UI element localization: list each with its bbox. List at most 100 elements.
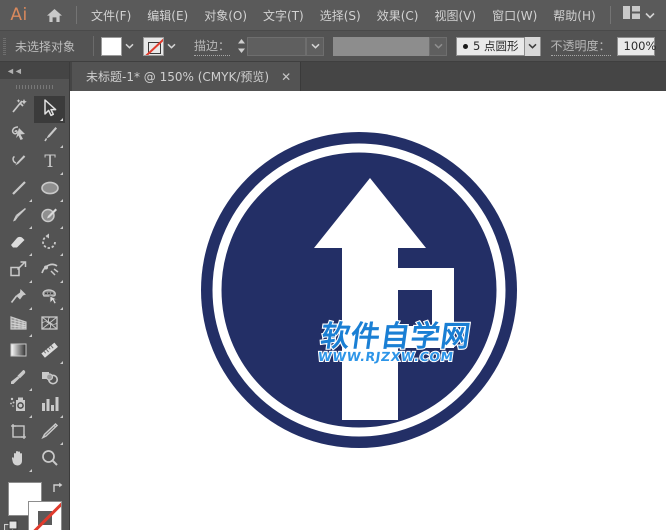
magic-wand-tool[interactable] xyxy=(3,96,34,123)
tool-flyout-corner[interactable] xyxy=(60,253,63,256)
pen-tool[interactable] xyxy=(34,123,65,150)
stroke-dropdown-chevron-icon[interactable] xyxy=(164,37,179,56)
tool-flyout-corner[interactable] xyxy=(60,145,63,148)
document-tab[interactable]: 未标题-1* @ 150% (CMYK/预览) ✕ xyxy=(72,62,302,91)
tool-flyout-corner[interactable] xyxy=(60,226,63,229)
tool-flyout-corner[interactable] xyxy=(29,415,32,418)
free-transform-tool[interactable] xyxy=(3,285,34,312)
fill-stroke-controls xyxy=(0,478,70,530)
perspective-grid-tool[interactable] xyxy=(3,312,34,339)
menu-edit[interactable]: 编辑(E) xyxy=(139,0,196,31)
tool-flyout-corner[interactable] xyxy=(60,172,63,175)
document-tab-bar: 未标题-1* @ 150% (CMYK/预览) ✕ xyxy=(0,62,666,91)
tool-flyout-corner[interactable] xyxy=(60,280,63,283)
svg-text:T: T xyxy=(44,152,56,171)
control-sep-1 xyxy=(93,36,95,56)
tool-flyout-corner[interactable] xyxy=(29,388,32,391)
opacity-label[interactable]: 不透明度： xyxy=(550,37,611,56)
menu-object[interactable]: 对象(O) xyxy=(196,0,255,31)
tool-flyout-corner[interactable] xyxy=(29,280,32,283)
tool-flyout-corner[interactable] xyxy=(60,307,63,310)
stroke-swatch-none[interactable] xyxy=(143,36,165,56)
blend-icon xyxy=(39,367,60,392)
arrow-selection-icon xyxy=(41,98,59,122)
mesh-tool[interactable] xyxy=(34,312,65,339)
brush-definition-field[interactable]: 5 点圆形 xyxy=(456,36,541,56)
menu-select[interactable]: 选择(S) xyxy=(312,0,369,31)
tool-list: T xyxy=(0,94,69,474)
paintbrush-tool[interactable] xyxy=(3,204,34,231)
control-bar-grip[interactable] xyxy=(0,31,9,62)
column-graph-tool[interactable] xyxy=(34,393,65,420)
tool-flyout-corner[interactable] xyxy=(29,307,32,310)
shaper-tool[interactable] xyxy=(34,204,65,231)
rotate-tool[interactable] xyxy=(34,231,65,258)
menu-file[interactable]: 文件(F) xyxy=(83,0,139,31)
fill-swatch[interactable] xyxy=(101,36,123,56)
tool-flyout-corner[interactable] xyxy=(29,199,32,202)
curvature-tool[interactable] xyxy=(3,150,34,177)
tool-flyout-corner[interactable] xyxy=(60,361,63,364)
hand-icon xyxy=(8,448,29,473)
tool-flyout-corner[interactable] xyxy=(29,226,32,229)
stroke-weight-dropdown[interactable] xyxy=(306,36,325,56)
workspace-switcher[interactable] xyxy=(617,6,661,24)
type-t-icon: T xyxy=(40,151,60,176)
collapse-panel-icon[interactable]: ◄◄ xyxy=(6,66,23,76)
zoom-tool[interactable] xyxy=(34,447,65,474)
document-canvas[interactable]: 软件自学网 WWW.RJZXW.COM xyxy=(70,91,666,530)
ellipse-tool[interactable] xyxy=(34,177,65,204)
eraser-tool[interactable] xyxy=(3,231,34,258)
lasso-tool[interactable] xyxy=(3,123,34,150)
gradient-tool[interactable] xyxy=(3,339,34,366)
selection-tool[interactable] xyxy=(34,96,65,123)
tool-flyout-corner[interactable] xyxy=(60,118,63,121)
menu-help[interactable]: 帮助(H) xyxy=(545,0,603,31)
magnifier-icon xyxy=(39,448,60,473)
tool-flyout-corner[interactable] xyxy=(60,415,63,418)
default-fill-stroke-icon[interactable] xyxy=(3,520,19,530)
artwork-road-sign[interactable] xyxy=(196,120,536,460)
graphic-style-dropdown[interactable] xyxy=(429,36,448,56)
tools-panel-grip[interactable] xyxy=(0,79,69,94)
shape-builder-tool[interactable] xyxy=(34,285,65,312)
tool-flyout-corner[interactable] xyxy=(29,334,32,337)
stroke-color-swatch-none[interactable] xyxy=(28,501,62,530)
width-tool[interactable] xyxy=(34,258,65,285)
menu-type[interactable]: 文字(T) xyxy=(255,0,312,31)
tool-flyout-corner[interactable] xyxy=(60,199,63,202)
line-segment-tool[interactable] xyxy=(3,177,34,204)
stroke-weight-label[interactable]: 描边： xyxy=(194,37,231,56)
slice-tool[interactable] xyxy=(34,420,65,447)
stroke-color-control[interactable] xyxy=(143,36,179,56)
swap-fill-stroke-icon[interactable] xyxy=(51,481,64,494)
tool-flyout-corner[interactable] xyxy=(29,253,32,256)
line-icon xyxy=(9,178,29,203)
tool-flyout-corner[interactable] xyxy=(60,442,63,445)
hand-tool[interactable] xyxy=(3,447,34,474)
menu-view[interactable]: 视图(V) xyxy=(426,0,484,31)
symbol-sprayer-icon xyxy=(8,394,29,419)
stroke-weight-field[interactable] xyxy=(247,36,307,56)
fill-dropdown-chevron-icon[interactable] xyxy=(122,37,137,56)
type-tool[interactable]: T xyxy=(34,150,65,177)
menu-divider-right xyxy=(609,6,611,24)
symbol-sprayer-tool[interactable] xyxy=(3,393,34,420)
menu-bar: Ai 文件(F) 编辑(E) 对象(O) 文字(T) 选择(S) 效果(C) 视… xyxy=(0,0,666,31)
measure-tool[interactable] xyxy=(34,339,65,366)
tools-panel-header[interactable]: ◄◄ xyxy=(0,62,69,79)
tool-flyout-corner[interactable] xyxy=(29,469,32,472)
stroke-weight-stepper[interactable] xyxy=(236,36,247,56)
blend-tool[interactable] xyxy=(34,366,65,393)
opacity-value-field[interactable]: 100% xyxy=(616,36,656,56)
brush-definition-dropdown[interactable] xyxy=(523,36,540,56)
graphic-style-field[interactable] xyxy=(333,36,430,56)
home-icon[interactable] xyxy=(38,0,70,31)
close-icon[interactable]: ✕ xyxy=(281,71,291,83)
menu-effect[interactable]: 效果(C) xyxy=(369,0,427,31)
menu-window[interactable]: 窗口(W) xyxy=(484,0,545,31)
eyedropper-tool[interactable] xyxy=(3,366,34,393)
fill-color-control[interactable] xyxy=(101,36,137,56)
scale-tool[interactable] xyxy=(3,258,34,285)
artboard-tool[interactable] xyxy=(3,420,34,447)
